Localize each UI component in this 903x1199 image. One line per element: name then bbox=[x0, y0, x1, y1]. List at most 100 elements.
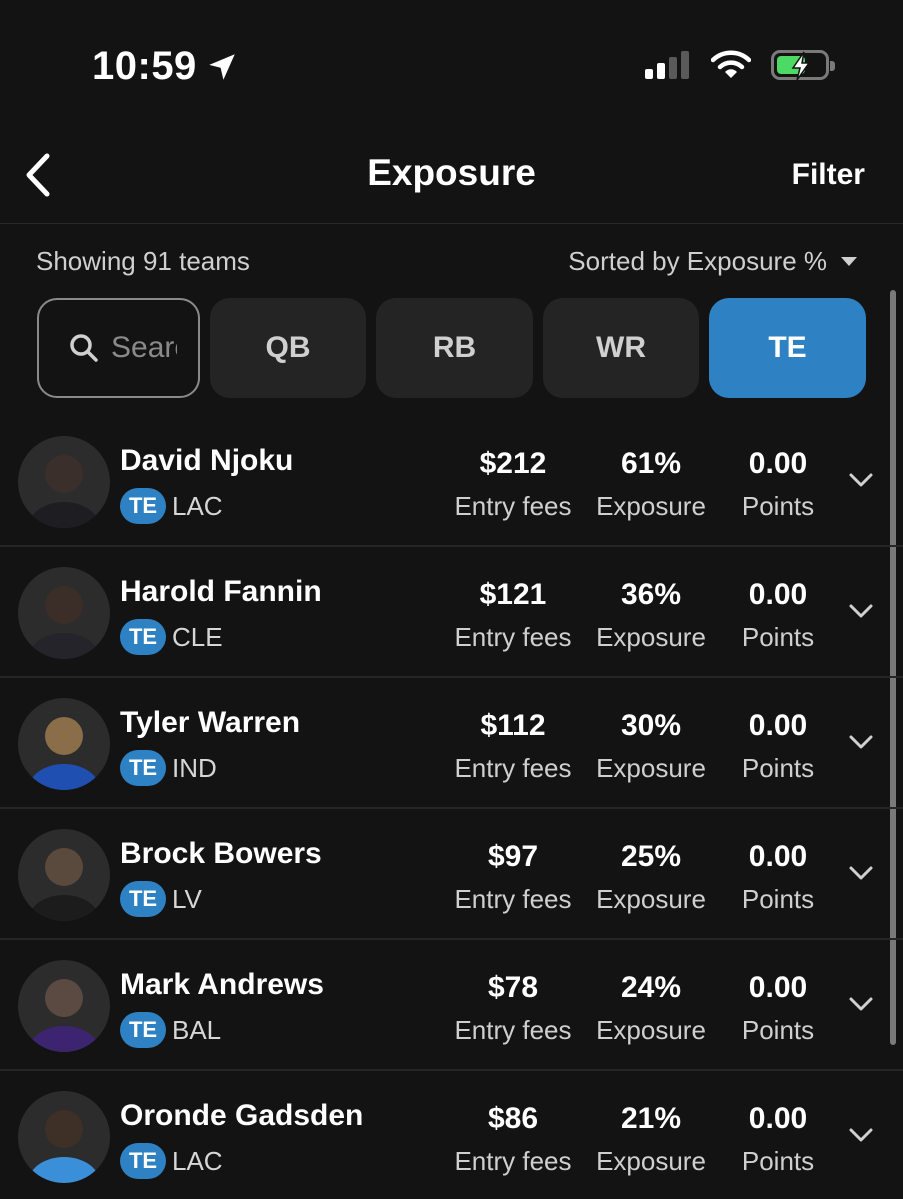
points-value: 0.00 bbox=[748, 578, 808, 611]
player-meta: TE IND bbox=[120, 750, 217, 786]
exposure-label: Exposure bbox=[596, 753, 706, 783]
filter-button[interactable]: Filter bbox=[792, 158, 865, 192]
caret-down-icon bbox=[841, 257, 857, 266]
exposure-label: Exposure bbox=[596, 491, 706, 521]
position-filter-bar: QB RB WR TE bbox=[37, 298, 866, 398]
exposure-stat: 25% Exposure bbox=[588, 839, 714, 917]
position-chip-wr[interactable]: WR bbox=[543, 298, 699, 398]
exposure-value: 36% bbox=[620, 578, 682, 611]
position-badge: TE bbox=[120, 750, 166, 786]
entry-fees-value: $121 bbox=[479, 578, 547, 611]
player-avatar bbox=[18, 960, 110, 1052]
player-avatar bbox=[18, 1091, 110, 1183]
entry-fees-label: Entry fees bbox=[454, 753, 572, 783]
points-stat: 0.00 Points bbox=[728, 708, 828, 786]
exposure-label: Exposure bbox=[596, 884, 706, 914]
exposure-stat: 36% Exposure bbox=[588, 577, 714, 655]
wifi-icon bbox=[711, 50, 751, 78]
sort-dropdown[interactable]: Sorted by Exposure % bbox=[568, 246, 857, 277]
player-name: David Njoku bbox=[120, 444, 294, 477]
exposure-value: 24% bbox=[620, 971, 682, 1004]
teams-count-text: Showing 91 teams bbox=[36, 246, 250, 276]
team-abbr: CLE bbox=[172, 621, 223, 652]
charging-bolt-icon bbox=[791, 51, 811, 81]
search-icon bbox=[70, 334, 98, 362]
position-chip-qb[interactable]: QB bbox=[210, 298, 366, 398]
position-chip-te[interactable]: TE bbox=[709, 298, 866, 398]
exposure-stat: 30% Exposure bbox=[588, 708, 714, 786]
points-stat: 0.00 Points bbox=[728, 839, 828, 917]
exposure-value: 61% bbox=[620, 447, 682, 480]
points-stat: 0.00 Points bbox=[728, 446, 828, 524]
page-title: Exposure bbox=[367, 152, 536, 193]
position-badge: TE bbox=[120, 1012, 166, 1048]
entry-fees-stat: $78 Entry fees bbox=[448, 970, 578, 1048]
player-row[interactable]: David Njoku TE LAC $212 Entry fees 61% E… bbox=[0, 416, 903, 547]
summary-row: Showing 91 teams Sorted by Exposure % bbox=[36, 246, 857, 277]
position-badge: TE bbox=[120, 1143, 166, 1179]
chevron-down-icon[interactable] bbox=[848, 734, 874, 750]
location-arrow-icon bbox=[209, 53, 235, 80]
exposure-stat: 61% Exposure bbox=[588, 446, 714, 524]
points-value: 0.00 bbox=[748, 1102, 808, 1135]
player-row[interactable]: Oronde Gadsden TE LAC $86 Entry fees 21%… bbox=[0, 1071, 903, 1199]
entry-fees-value: $78 bbox=[487, 971, 539, 1004]
player-row[interactable]: Brock Bowers TE LV $97 Entry fees 25% Ex… bbox=[0, 809, 903, 940]
points-value: 0.00 bbox=[748, 840, 808, 873]
cellular-signal-icon bbox=[645, 51, 689, 79]
exposure-label: Exposure bbox=[596, 622, 706, 652]
chevron-down-icon[interactable] bbox=[848, 1127, 874, 1143]
chevron-down-icon[interactable] bbox=[848, 865, 874, 881]
entry-fees-value: $112 bbox=[480, 709, 546, 742]
points-value: 0.00 bbox=[748, 447, 808, 480]
player-avatar bbox=[18, 698, 110, 790]
team-abbr: LAC bbox=[172, 490, 223, 521]
entry-fees-label: Entry fees bbox=[454, 622, 572, 652]
exposure-value: 25% bbox=[620, 840, 682, 873]
player-name: Oronde Gadsden bbox=[120, 1099, 364, 1132]
search-input[interactable] bbox=[111, 331, 177, 365]
entry-fees-label: Entry fees bbox=[454, 491, 572, 521]
chevron-down-icon[interactable] bbox=[848, 996, 874, 1012]
chevron-down-icon[interactable] bbox=[848, 472, 874, 488]
entry-fees-value: $97 bbox=[487, 840, 539, 873]
status-icons bbox=[645, 50, 835, 81]
team-abbr: LAC bbox=[172, 1145, 223, 1176]
exposure-stat: 21% Exposure bbox=[588, 1101, 714, 1179]
navigation-bar: Exposure Filter bbox=[0, 124, 903, 224]
position-badge: TE bbox=[120, 881, 166, 917]
search-box[interactable] bbox=[37, 298, 200, 398]
clock-time: 10:59 bbox=[92, 44, 197, 88]
points-value: 0.00 bbox=[748, 971, 808, 1004]
player-row[interactable]: Tyler Warren TE IND $112 Entry fees 30% … bbox=[0, 678, 903, 809]
points-stat: 0.00 Points bbox=[728, 577, 828, 655]
points-label: Points bbox=[741, 753, 815, 783]
entry-fees-stat: $212 Entry fees bbox=[448, 446, 578, 524]
clock: 10:59 bbox=[92, 44, 239, 89]
sort-label: Sorted by Exposure % bbox=[568, 246, 827, 276]
points-label: Points bbox=[741, 491, 815, 521]
team-abbr: LV bbox=[172, 883, 202, 914]
team-abbr: IND bbox=[172, 752, 217, 783]
player-meta: TE BAL bbox=[120, 1012, 221, 1048]
player-row[interactable]: Harold Fannin TE CLE $121 Entry fees 36%… bbox=[0, 547, 903, 678]
player-meta: TE CLE bbox=[120, 619, 223, 655]
exposure-label: Exposure bbox=[596, 1146, 706, 1176]
player-avatar bbox=[18, 829, 110, 921]
exposure-value: 21% bbox=[620, 1102, 682, 1135]
entry-fees-label: Entry fees bbox=[454, 884, 572, 914]
player-avatar bbox=[18, 436, 110, 528]
entry-fees-stat: $97 Entry fees bbox=[448, 839, 578, 917]
position-badge: TE bbox=[120, 488, 166, 524]
position-chip-rb[interactable]: RB bbox=[376, 298, 533, 398]
points-label: Points bbox=[741, 622, 815, 652]
player-list: David Njoku TE LAC $212 Entry fees 61% E… bbox=[0, 416, 903, 1199]
entry-fees-stat: $121 Entry fees bbox=[448, 577, 578, 655]
player-name: Mark Andrews bbox=[120, 968, 324, 1001]
position-badge: TE bbox=[120, 619, 166, 655]
player-avatar bbox=[18, 567, 110, 659]
player-row[interactable]: Mark Andrews TE BAL $78 Entry fees 24% E… bbox=[0, 940, 903, 1071]
points-stat: 0.00 Points bbox=[728, 1101, 828, 1179]
chevron-down-icon[interactable] bbox=[848, 603, 874, 619]
entry-fees-stat: $86 Entry fees bbox=[448, 1101, 578, 1179]
